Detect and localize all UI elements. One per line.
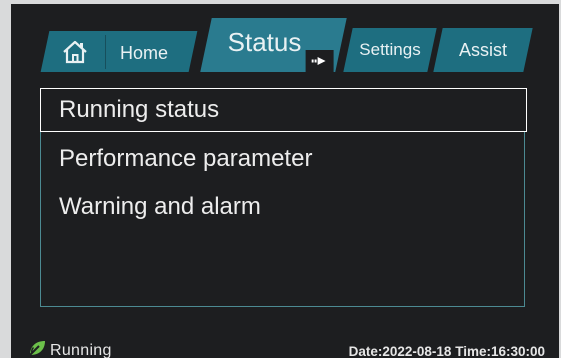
menu-item-label: Running status bbox=[59, 96, 220, 123]
tab-status-label: Status bbox=[227, 26, 302, 57]
menu-item-label: Performance parameter bbox=[59, 145, 313, 172]
run-state-indicator: Running bbox=[27, 338, 112, 358]
tab-settings-label: Settings bbox=[359, 40, 421, 59]
menu-item-warning-alarm[interactable]: Warning and alarm bbox=[41, 185, 524, 229]
device-screen: Home Status Settings Assist Running stat… bbox=[11, 4, 559, 358]
run-state-label: Running bbox=[50, 341, 112, 358]
menu-item-running-status[interactable]: Running status bbox=[40, 88, 527, 132]
tab-status[interactable]: Status bbox=[200, 18, 347, 72]
datetime-readout: Date:2022-08-18 Time:16:30:00 bbox=[348, 344, 545, 358]
menu-item-label: Warning and alarm bbox=[59, 193, 261, 220]
menu-item-performance-parameter[interactable]: Performance parameter bbox=[41, 137, 524, 181]
tab-assist-label: Assist bbox=[458, 39, 507, 60]
leaf-icon bbox=[27, 338, 47, 358]
home-icon bbox=[45, 31, 105, 72]
tab-divider bbox=[105, 34, 106, 69]
menu-panel: Running status Performance parameter War… bbox=[40, 88, 527, 307]
tab-home[interactable]: Home bbox=[40, 31, 198, 72]
tab-home-label: Home bbox=[120, 43, 169, 63]
arrow-right-icon bbox=[305, 50, 334, 72]
tab-settings[interactable]: Settings bbox=[343, 28, 437, 72]
tab-assist[interactable]: Assist bbox=[433, 28, 533, 72]
